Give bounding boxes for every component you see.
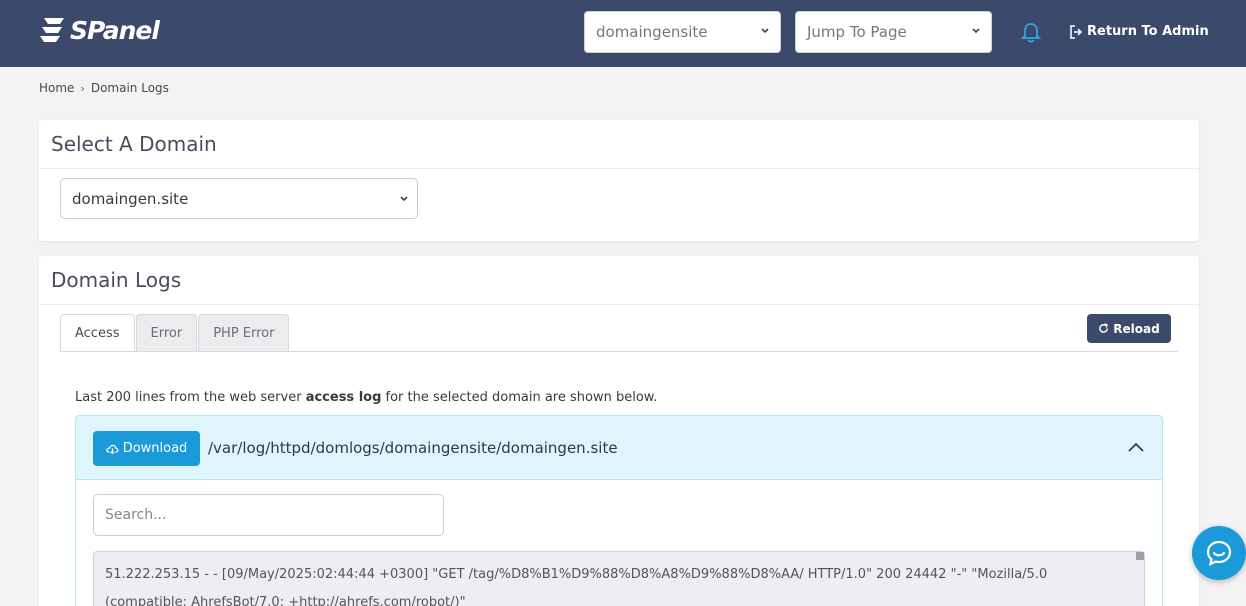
breadcrumb-home[interactable]: Home [39, 81, 74, 95]
top-navbar: SPanel domaingensite Jump To Page Return… [0, 0, 1246, 67]
download-button[interactable]: Download [93, 431, 200, 466]
select-domain-title: Select A Domain [39, 120, 1199, 169]
domain-logs-card: Domain Logs Access Error PHP Error Reloa… [39, 256, 1199, 606]
log-panel: Download /var/log/httpd/domlogs/domainge… [75, 415, 1163, 606]
domain-select[interactable]: domaingen.site [60, 178, 418, 219]
logo-text: SPanel [70, 15, 160, 45]
download-label: Download [122, 441, 188, 456]
tab-error[interactable]: Error [135, 314, 198, 351]
sign-out-icon [1070, 24, 1083, 39]
resize-handle[interactable] [1136, 552, 1144, 560]
log-file-path: /var/log/httpd/domlogs/domaingensite/dom… [208, 439, 618, 457]
tab-php-error[interactable]: PHP Error [198, 314, 290, 351]
select-domain-card: Select A Domain domaingen.site [39, 120, 1199, 241]
domain-logs-title: Domain Logs [39, 256, 1199, 305]
jump-to-page-value: Jump To Page [807, 23, 907, 41]
account-select-value: domaingensite [596, 23, 708, 41]
chevron-right-icon: › [80, 81, 85, 95]
log-panel-header: Download /var/log/httpd/domlogs/domainge… [76, 416, 1162, 480]
log-tabs: Access Error PHP Error [60, 314, 290, 351]
log-info-text: Last 200 lines from the web server acces… [75, 390, 657, 405]
breadcrumb-current: Domain Logs [90, 81, 169, 95]
log-line: 51.222.253.15 - - [09/May/2025:02:44:44 … [105, 567, 1048, 606]
tab-access[interactable]: Access [60, 314, 135, 351]
spanel-logo[interactable]: SPanel [38, 14, 160, 46]
chevron-up-icon[interactable] [1128, 442, 1144, 452]
refresh-icon [1099, 323, 1109, 333]
info-suffix: for the selected domain are shown below. [385, 390, 658, 405]
log-search-input[interactable] [93, 494, 444, 536]
return-to-admin-label: Return To Admin [1087, 24, 1209, 39]
logo-icon [40, 18, 64, 42]
info-prefix: Last 200 lines from the web server [75, 390, 302, 405]
domain-select-value: domaingen.site [72, 189, 189, 208]
chevron-down-icon [761, 28, 769, 34]
log-output[interactable]: 51.222.253.15 - - [09/May/2025:02:44:44 … [93, 551, 1145, 606]
account-select[interactable]: domaingensite [584, 11, 781, 53]
tab-divider [60, 351, 1178, 352]
cloud-download-icon [105, 444, 119, 454]
chat-widget-button[interactable] [1192, 526, 1246, 580]
return-to-admin-link[interactable]: Return To Admin [1069, 24, 1209, 39]
reload-label: Reload [1113, 321, 1160, 336]
info-bold: access log [305, 390, 382, 405]
reload-button[interactable]: Reload [1087, 314, 1171, 343]
chevron-down-icon [400, 196, 408, 202]
chat-icon [1206, 540, 1232, 566]
jump-to-page-select[interactable]: Jump To Page [795, 11, 992, 53]
breadcrumb: Home › Domain Logs [39, 81, 169, 95]
bell-icon[interactable] [1021, 22, 1041, 44]
chevron-down-icon [972, 28, 980, 34]
